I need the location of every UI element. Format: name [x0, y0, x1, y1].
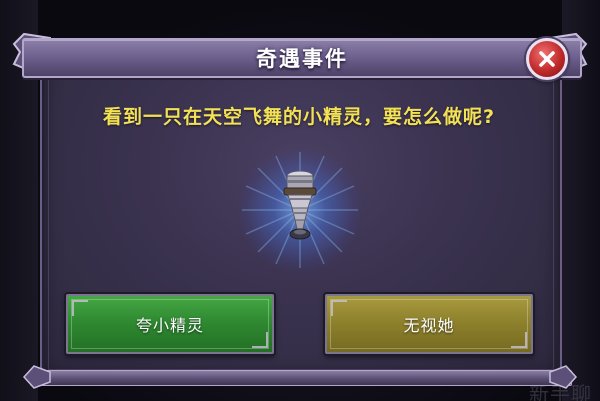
game-screen: 新手聊 奇遇事件 看到一只在天空飞舞的小精灵，要怎么做呢? 夸小精灵 无视她: [0, 0, 600, 401]
spirit-lamp-icon: [283, 170, 317, 240]
frame-corner-ornament: [549, 365, 578, 389]
praise-spirit-label: 夸小精灵: [135, 316, 204, 335]
close-icon: [539, 51, 555, 67]
dialog-bottom-frame: [30, 370, 572, 386]
button-corner-ornament: [511, 332, 527, 348]
close-button[interactable]: [526, 38, 568, 80]
button-corner-ornament: [252, 332, 268, 348]
praise-spirit-button[interactable]: 夸小精灵: [66, 294, 274, 354]
dialog-title: 奇遇事件: [256, 47, 348, 71]
button-corner-ornament: [331, 300, 347, 316]
ignore-spirit-label: 无视她: [403, 316, 455, 335]
event-question: 看到一只在天空飞舞的小精灵，要怎么做呢?: [102, 106, 496, 128]
button-corner-ornament: [72, 300, 88, 316]
dialog-title-bar: 奇遇事件: [22, 38, 582, 78]
frame-corner-ornament: [22, 365, 51, 389]
ignore-spirit-button[interactable]: 无视她: [325, 294, 533, 354]
